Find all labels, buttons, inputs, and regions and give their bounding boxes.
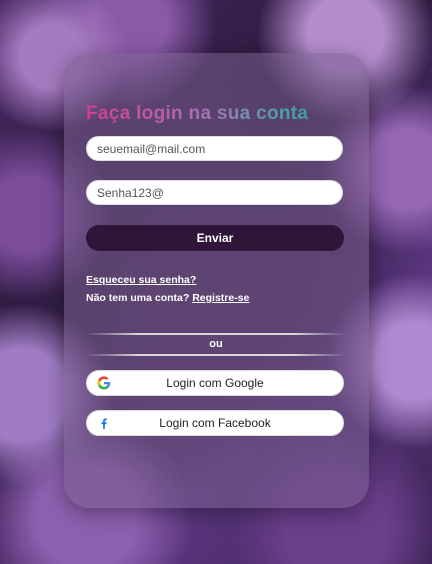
forgot-password-link[interactable]: Esqueceu sua senha? xyxy=(86,274,196,286)
separator-line-top xyxy=(86,333,346,335)
login-title: Faça login na sua conta xyxy=(86,103,351,125)
separator-line-bottom xyxy=(86,354,346,356)
separator: ou xyxy=(86,333,346,357)
email-input[interactable] xyxy=(86,136,343,161)
facebook-login-label: Login com Facebook xyxy=(159,416,271,430)
facebook-icon xyxy=(101,418,107,429)
register-link[interactable]: Registre-se xyxy=(192,292,249,304)
no-account-text: Não tem uma conta? xyxy=(86,292,193,304)
google-icon xyxy=(97,376,111,390)
separator-text: ou xyxy=(209,338,223,350)
submit-button[interactable]: Enviar xyxy=(86,225,344,251)
account-links: Esqueceu sua senha? Não tem uma conta? R… xyxy=(86,271,249,307)
login-card: Faça login na sua conta Enviar Esqueceu … xyxy=(64,53,369,508)
google-login-button[interactable]: Login com Google xyxy=(86,370,344,396)
google-login-label: Login com Google xyxy=(166,376,264,390)
facebook-login-button[interactable]: Login com Facebook xyxy=(86,410,344,436)
password-input[interactable] xyxy=(86,180,343,205)
